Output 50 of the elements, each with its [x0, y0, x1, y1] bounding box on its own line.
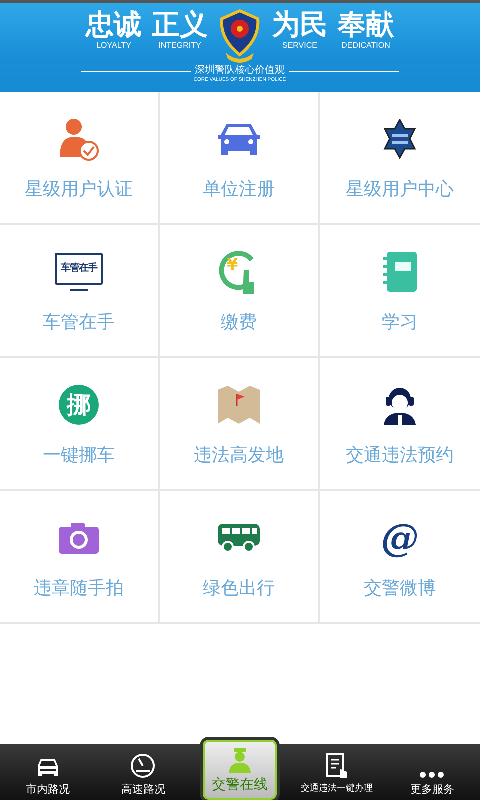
tile-label: 绿色出行 — [203, 578, 275, 600]
tile-label: 星级用户认证 — [25, 178, 133, 200]
move-car-icon: 挪 — [59, 384, 99, 424]
menu-tile[interactable]: 交通违法预约 — [320, 358, 480, 491]
slogan-subtitle: LOYALTY — [96, 41, 132, 51]
user-check-icon — [57, 116, 101, 160]
slogan-title: 奉献 — [338, 9, 394, 41]
menu-tile[interactable]: 违法高发地 — [160, 358, 320, 491]
menu-tile[interactable]: 星级用户认证 — [0, 92, 160, 225]
tab[interactable]: 更多服务 — [384, 744, 480, 800]
slogan-subtitle: SERVICE — [282, 41, 318, 51]
tab[interactable]: 市内路况 — [0, 744, 96, 800]
police-emblem-icon — [218, 9, 262, 65]
tab[interactable]: 高速路况 — [96, 744, 191, 800]
tile-label: 交通违法预约 — [346, 444, 454, 466]
slogan-subtitle: DEDICATION — [342, 41, 390, 51]
tab[interactable]: 交警在线 — [203, 740, 277, 800]
officer-icon — [227, 747, 253, 773]
more-dots-icon — [419, 771, 446, 779]
slogan-title: 正义 — [152, 9, 208, 41]
at-sign-icon: @ — [381, 518, 419, 558]
tile-label: 违章随手拍 — [34, 578, 124, 600]
motto-text: 深圳警队核心价值观 — [195, 65, 285, 77]
speedometer-icon — [130, 753, 156, 779]
menu-tile[interactable]: 车管在手 车管在手 — [0, 225, 160, 358]
slogan-subtitle: INTEGRITY — [158, 41, 202, 51]
menu-tile[interactable]: ¥ 缴费 — [160, 225, 320, 358]
menu-tile[interactable]: 单位注册 — [160, 92, 320, 225]
tile-label: 一键挪车 — [43, 444, 115, 466]
menu-tile[interactable]: 挪 一键挪车 — [0, 358, 160, 491]
menu-tile[interactable]: 违章随手拍 — [0, 491, 160, 624]
tile-label: 缴费 — [221, 312, 257, 334]
tile-label: 星级用户中心 — [346, 178, 454, 200]
tab[interactable]: 交通违法一键办理 — [289, 744, 384, 800]
menu-tile[interactable]: 学习 — [320, 225, 480, 358]
camera-icon — [58, 522, 100, 554]
document-hand-icon — [326, 753, 348, 779]
tile-label: 车管在手 — [43, 312, 115, 334]
menu-tile[interactable]: 绿色出行 — [160, 491, 320, 624]
tile-label: 交警微博 — [364, 578, 436, 600]
menu-tile[interactable]: 星级用户中心 — [320, 92, 480, 225]
notebook-icon — [382, 250, 418, 292]
tile-label: 单位注册 — [203, 178, 275, 200]
menu-tile[interactable]: @ 交警微博 — [320, 491, 480, 624]
tile-label: 学习 — [382, 312, 418, 334]
map-flag-icon — [217, 386, 261, 424]
bus-icon — [217, 522, 261, 552]
tile-label: 违法高发地 — [194, 444, 284, 466]
slogan-title: 为民 — [272, 9, 328, 41]
slogan-title: 忠诚 — [86, 9, 142, 41]
